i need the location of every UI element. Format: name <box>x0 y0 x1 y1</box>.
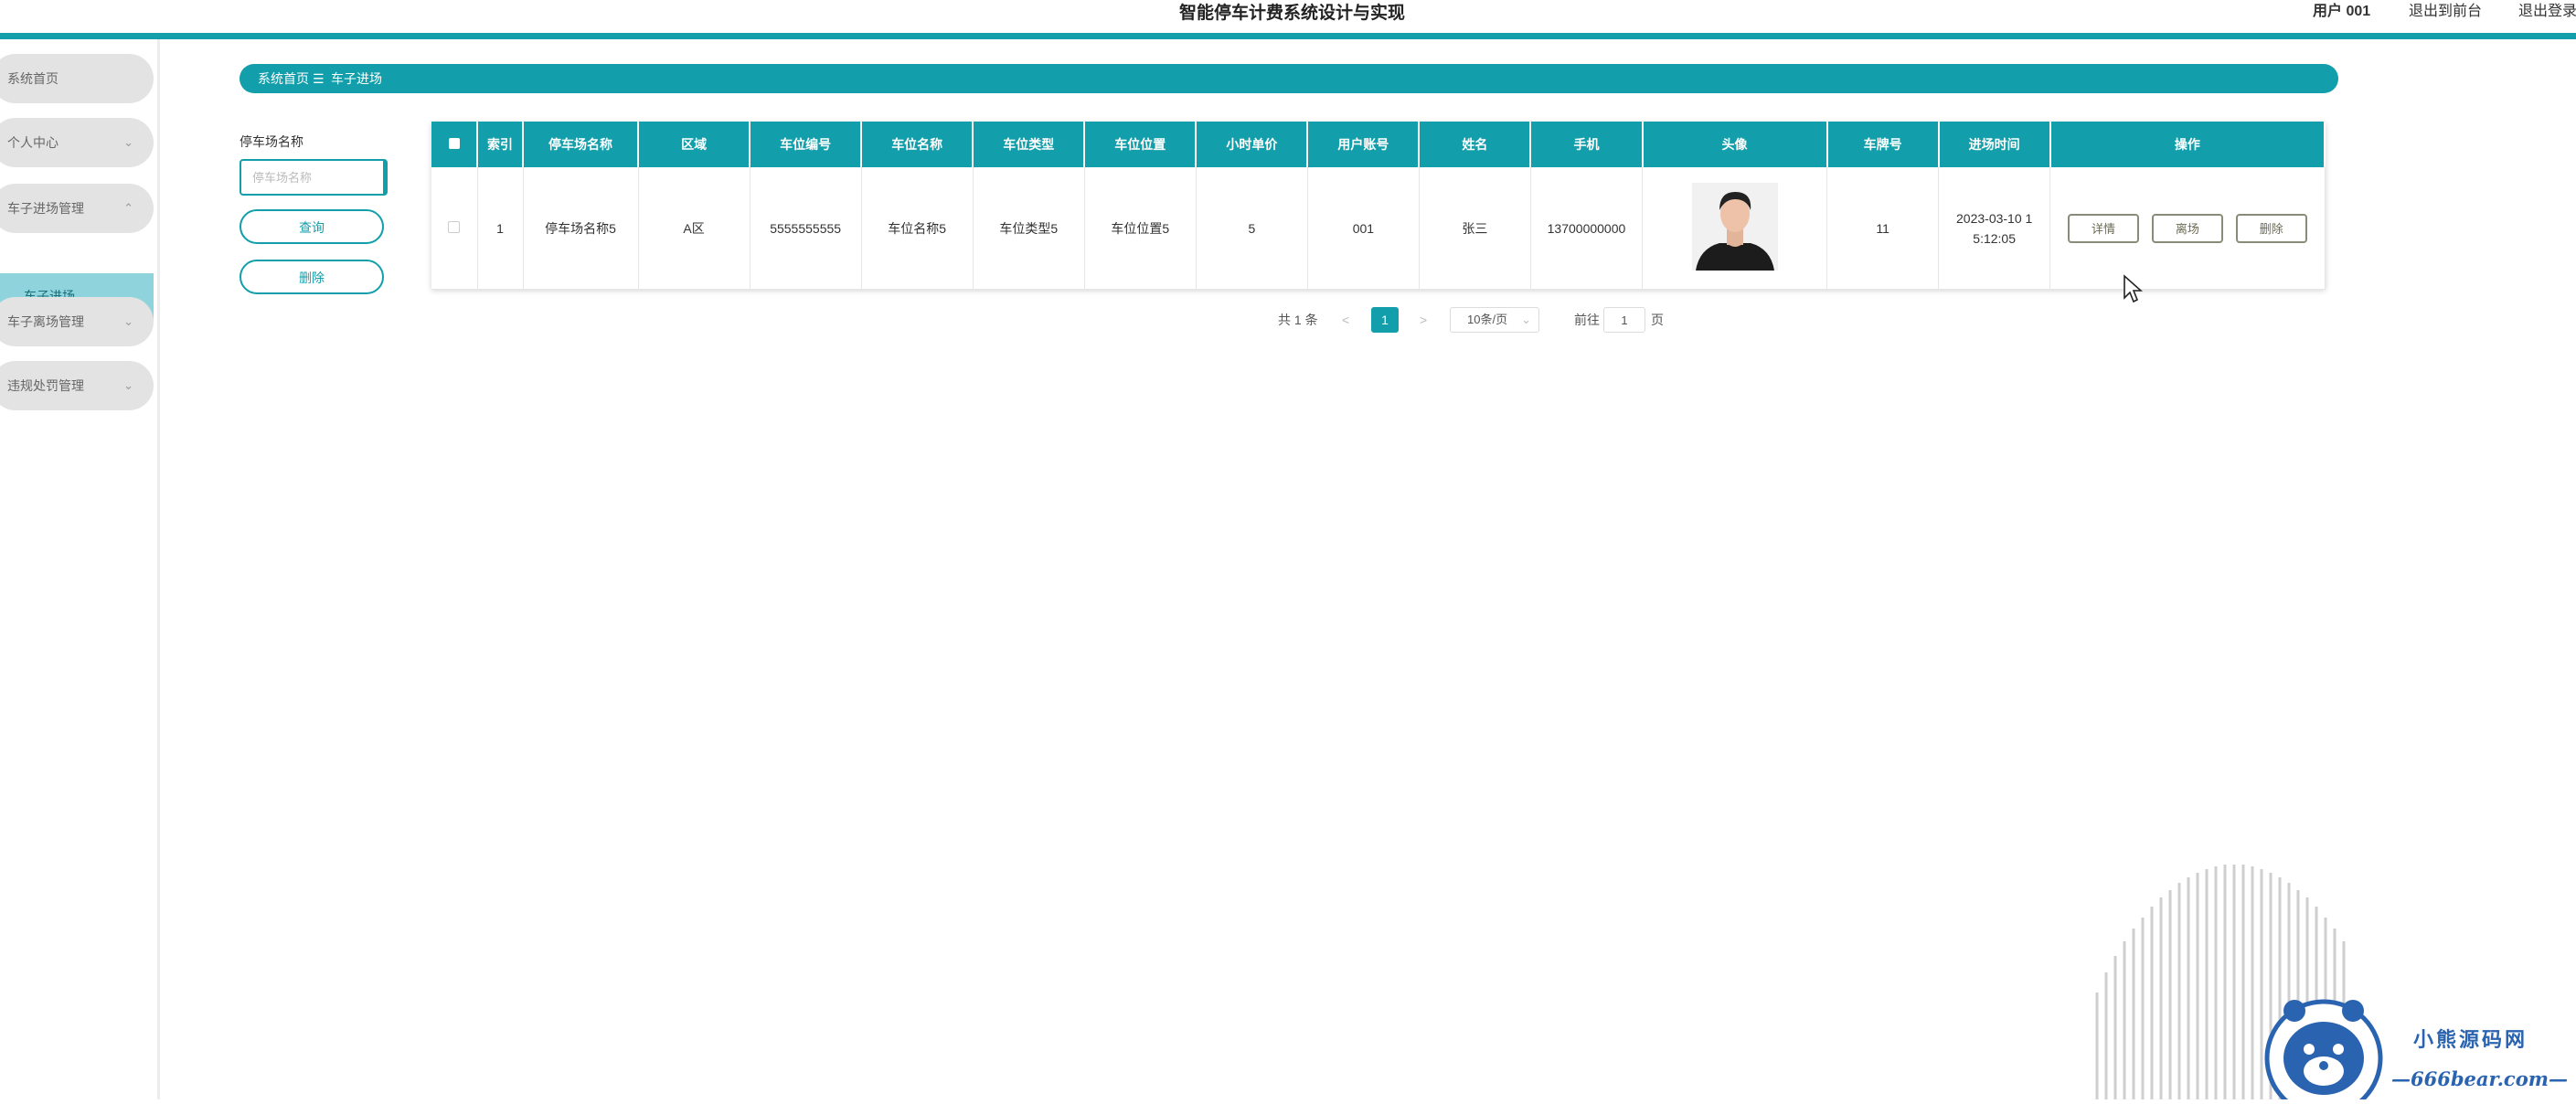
column-header: 姓名 <box>1419 122 1532 167</box>
logout-link[interactable]: 退出登录 <box>2518 0 2576 24</box>
column-header: 用户账号 <box>1307 122 1421 167</box>
column-header: 车位位置 <box>1084 122 1198 167</box>
chevron-down-icon: ⌄ <box>123 135 133 149</box>
chevron-down-icon: ⌄ <box>1521 313 1531 326</box>
column-header: 车位编号 <box>750 122 863 167</box>
sidebar-item-label: 个人中心 <box>7 135 59 150</box>
sidebar-item-entry-management[interactable]: 车子进场管理 ⌃ <box>0 184 154 233</box>
sidebar-item-exit-management[interactable]: 车子离场管理 ⌄ <box>0 297 154 346</box>
sidebar-item-label: 系统首页 <box>7 71 59 86</box>
table-row: 1 停车场名称5 A区 5555555555 车位名称5 车位类型5 车位位置5… <box>431 167 2326 290</box>
column-header: 手机 <box>1530 122 1644 167</box>
top-bar: 智能停车计费系统设计与实现 用户 001 退出到前台 退出登录 <box>0 0 2576 39</box>
sidebar-item-label: 车子离场管理 <box>7 314 84 329</box>
cell-phone: 13700000000 <box>1530 167 1644 290</box>
entry-time-line: 5:12:05 <box>1973 230 2017 246</box>
chevron-down-icon: ⌄ <box>123 314 133 328</box>
breadcrumb-home[interactable]: 系统首页 <box>258 64 309 93</box>
app-title: 智能停车计费系统设计与实现 <box>1179 4 1406 23</box>
delete-button[interactable]: 删除 <box>240 260 384 294</box>
column-header: 停车场名称 <box>523 122 640 167</box>
mouse-cursor-icon <box>2123 274 2144 308</box>
query-button[interactable]: 查询 <box>240 209 384 244</box>
goto-prefix: 前往 <box>1574 313 1600 327</box>
cell-index: 1 <box>477 167 524 290</box>
cell-name: 张三 <box>1419 167 1531 290</box>
column-header: 进场时间 <box>1938 122 2051 167</box>
watermark-url: —666bear.com— <box>2391 1067 2568 1090</box>
breadcrumb: 系统首页 ☰ 车子进场 <box>240 64 2338 93</box>
column-header: 车牌号 <box>1826 122 1940 167</box>
column-header: 索引 <box>477 122 525 167</box>
column-header: 区域 <box>638 122 751 167</box>
sidebar-item-label: 违规处罚管理 <box>7 378 84 393</box>
cell-avatar <box>1642 167 1828 290</box>
cell-entry-time: 2023-03-10 1 5:12:05 <box>1938 167 2051 290</box>
breadcrumb-current: 车子进场 <box>331 71 382 86</box>
row-delete-button[interactable]: 删除 <box>2235 213 2307 243</box>
page-size-value: 10条/页 <box>1467 313 1508 326</box>
cell-user-account: 001 <box>1307 167 1420 290</box>
column-header: 操作 <box>2049 122 2326 167</box>
column-header: 车位类型 <box>973 122 1086 167</box>
chevron-up-icon: ⌃ <box>123 201 133 215</box>
table-header-row: 索引 停车场名称 区域 车位编号 车位名称 车位类型 车位位置 小时单价 用户账… <box>431 122 2326 167</box>
next-page-icon[interactable]: > <box>1420 307 1427 333</box>
back-to-front-link[interactable]: 退出到前台 <box>2409 0 2482 24</box>
column-header: 头像 <box>1642 122 1828 167</box>
pagination-total: 共 1 条 <box>1278 313 1318 327</box>
prev-page-icon[interactable]: < <box>1342 307 1349 333</box>
column-header: 车位名称 <box>861 122 974 167</box>
cell-hourly-price: 5 <box>1196 167 1308 290</box>
page-number-button[interactable]: 1 <box>1371 307 1399 333</box>
sidebar-item-label: 车子进场管理 <box>7 201 84 216</box>
search-input[interactable] <box>240 159 388 196</box>
search-label: 停车场名称 <box>240 134 303 149</box>
sidebar: 系统首页 个人中心 ⌄ 车子进场管理 ⌃ 车子进场 车子离场管理 ⌄ 违规处罚管… <box>0 39 160 1099</box>
detail-button[interactable]: 详情 <box>2067 213 2139 243</box>
cell-actions: 详情 离场 删除 <box>2049 167 2326 290</box>
goto-suffix: 页 <box>1651 313 1664 327</box>
cell-parking-name: 停车场名称5 <box>523 167 639 290</box>
cell-space-location: 车位位置5 <box>1084 167 1197 290</box>
current-user-label: 用户 001 <box>2313 4 2371 19</box>
cell-area: A区 <box>638 167 750 290</box>
watermark-brand: 小熊源码网 <box>2413 1028 2528 1051</box>
page-size-select[interactable]: 10条/页 ⌄ <box>1450 307 1539 333</box>
sidebar-item-profile[interactable]: 个人中心 ⌄ <box>0 118 154 167</box>
cell-space-type: 车位类型5 <box>973 167 1085 290</box>
goto-page-input[interactable] <box>1603 307 1645 333</box>
column-header: 小时单价 <box>1196 122 1309 167</box>
avatar <box>1691 183 1778 271</box>
data-table: 索引 停车场名称 区域 车位编号 车位名称 车位类型 车位位置 小时单价 用户账… <box>431 122 2326 290</box>
sidebar-item-violation-management[interactable]: 违规处罚管理 ⌄ <box>0 361 154 410</box>
entry-time-line: 2023-03-10 1 <box>1956 210 2033 226</box>
cell-plate: 11 <box>1826 167 1940 290</box>
chevron-down-icon: ⌄ <box>123 378 133 392</box>
exit-button[interactable]: 离场 <box>2151 213 2223 243</box>
cell-space-no: 5555555555 <box>750 167 862 290</box>
row-checkbox[interactable] <box>431 167 478 290</box>
cell-space-name: 车位名称5 <box>861 167 974 290</box>
sidebar-item-home[interactable]: 系统首页 <box>0 54 154 103</box>
breadcrumb-separator-icon: ☰ <box>313 71 325 86</box>
select-all-checkbox[interactable] <box>431 122 479 167</box>
